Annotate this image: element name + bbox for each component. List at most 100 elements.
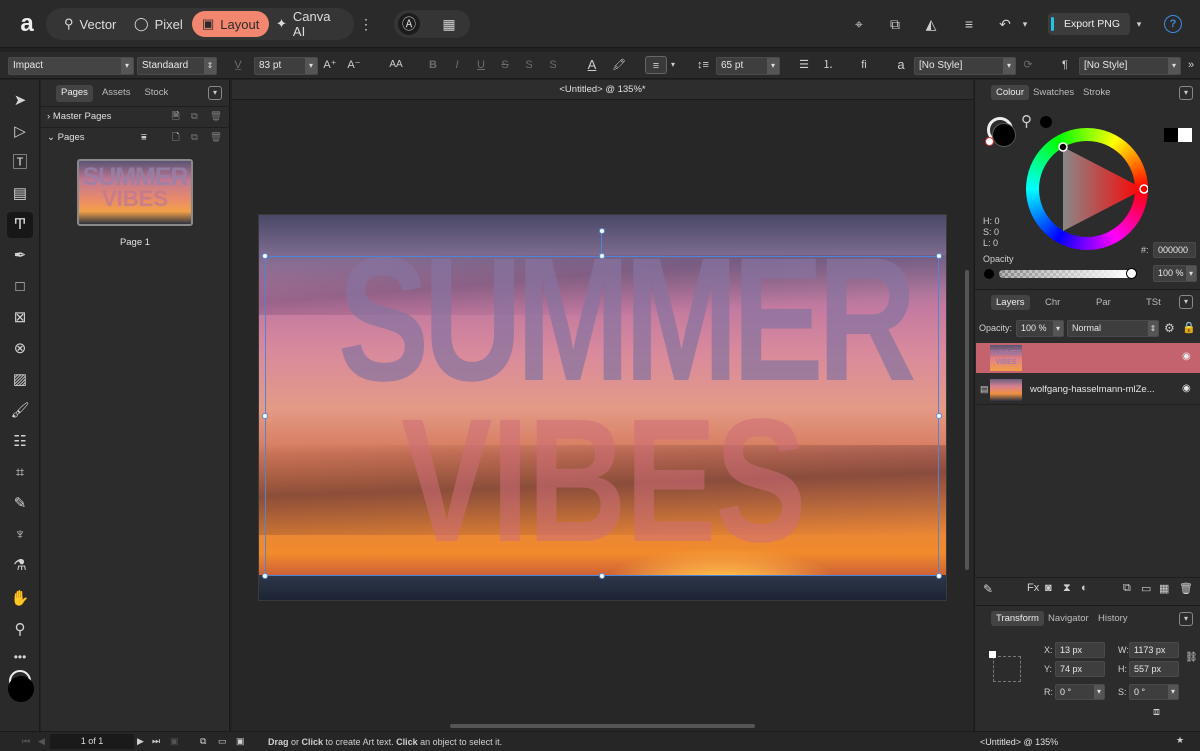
first-page-icon[interactable]: ⏮ — [22, 736, 30, 747]
app-logo[interactable]: a — [14, 11, 40, 37]
refresh-style-icon[interactable]: ⟳ — [1020, 56, 1036, 74]
export-button[interactable]: Export PNG — [1048, 13, 1130, 35]
strikethrough-button[interactable]: S — [498, 56, 512, 74]
opacity-slider-thumb[interactable] — [1126, 268, 1137, 279]
align-icon[interactable]: ≡ — [958, 13, 980, 35]
white-swatch[interactable] — [1178, 128, 1192, 142]
page-indicator[interactable]: 1 of 1 — [50, 734, 134, 749]
align-center-icon[interactable]: ≡ — [645, 56, 667, 74]
fill-swatch-circle[interactable] — [992, 123, 1016, 147]
persona-canva-ai[interactable]: ✦ Canva AI — [266, 9, 354, 39]
eyedropper-tool-icon[interactable]: ⚗ — [7, 553, 33, 579]
vector-brush-tool-icon[interactable]: ♆ — [7, 522, 33, 548]
group-icon[interactable]: ⧉ — [1123, 582, 1131, 595]
transform-panel-chevron-icon[interactable]: ▾ — [1179, 612, 1193, 626]
resize-handle-sw[interactable] — [262, 573, 268, 579]
trash-icon[interactable]: 🗑 — [1179, 582, 1193, 595]
zoom-tool-icon[interactable]: ⚲ — [7, 617, 33, 643]
no-colour-icon[interactable] — [985, 137, 994, 146]
folder-icon[interactable]: ▭ — [1141, 582, 1151, 595]
persona-vector[interactable]: ⚲ Vector — [54, 11, 126, 37]
rotation-handle[interactable] — [599, 228, 605, 234]
more-tools-icon[interactable]: ••• — [7, 644, 33, 670]
tab-paragraph[interactable]: Par — [1091, 295, 1116, 310]
numbered-list-icon[interactable]: ⒈ — [820, 56, 836, 74]
horizontal-scrollbar[interactable] — [450, 724, 755, 728]
increase-size-icon[interactable]: A⁺ — [322, 56, 338, 74]
place-image-tool-icon[interactable]: ▨ — [7, 367, 33, 393]
resize-handle-w[interactable] — [262, 413, 268, 419]
checker-icon[interactable]: ▦ — [1159, 582, 1169, 595]
tab-transform[interactable]: Transform — [991, 611, 1044, 626]
blend-mode-select[interactable]: Normal ⇕ — [1067, 320, 1159, 337]
width-input[interactable]: 1173 px — [1129, 642, 1179, 658]
frame-text-tool-icon[interactable]: 🅃 — [7, 150, 33, 176]
fill-colour-swatch[interactable] — [8, 676, 34, 702]
colour-triangle[interactable] — [1026, 128, 1148, 250]
colour-panel-chevron-icon[interactable]: ▾ — [1179, 86, 1193, 100]
layer-opacity-input[interactable]: 100 % ▾ — [1016, 320, 1064, 337]
help-button[interactable]: ? — [1164, 15, 1182, 33]
add-master-icon[interactable]: 🗎 — [172, 107, 180, 127]
anchor-selector[interactable] — [993, 656, 1021, 682]
snapping-icon[interactable]: ⌖ — [848, 13, 870, 35]
tab-history[interactable]: History — [1093, 611, 1133, 626]
tab-navigator[interactable]: Navigator — [1043, 611, 1094, 626]
panel-menu-chevron-icon[interactable]: ▾ — [208, 86, 222, 100]
colour-wheel[interactable] — [1026, 128, 1148, 250]
duplicate-page-icon[interactable]: ⧉ — [191, 128, 198, 148]
anchor-point-selected[interactable] — [989, 651, 996, 658]
transparency-tool-icon[interactable]: ✎ — [7, 491, 33, 517]
font-style-select[interactable]: Standaard ⇕ — [137, 57, 217, 75]
resize-handle-ne[interactable] — [936, 253, 942, 259]
picture-frame-tool-icon[interactable]: ⊠ — [7, 305, 33, 331]
transform-icon[interactable]: ⧉ — [884, 13, 906, 35]
opacity-slider[interactable] — [999, 270, 1131, 278]
character-style-select[interactable]: [No Style] ▾ — [914, 57, 1016, 75]
page-options-icon[interactable]: ▣ — [170, 736, 179, 747]
add-page-icon[interactable]: 🗋 — [172, 128, 180, 148]
hourglass-icon[interactable]: ⧗ — [1063, 582, 1071, 595]
transform-origin-icon[interactable]: ⧈ — [1153, 706, 1160, 719]
mask-icon[interactable]: ◙ — [1045, 582, 1052, 594]
align-dropdown-icon[interactable]: ▾ — [668, 56, 678, 74]
layer-row-selected[interactable]: SUMMER VIBES ◉ — [976, 343, 1200, 373]
opacity-input[interactable]: 100 % ▾ — [1153, 265, 1197, 282]
resize-handle-se[interactable] — [936, 573, 942, 579]
page-1-thumbnail[interactable]: SUMMER VIBES — [77, 159, 193, 226]
visibility-eye-icon[interactable]: ◉ — [1182, 383, 1191, 394]
leading-icon[interactable]: ↕≡ — [694, 56, 712, 74]
spread-view-icon[interactable]: ⧉ — [200, 736, 206, 747]
lock-icon[interactable]: 🔒 — [1182, 321, 1196, 334]
link-ratio-icon[interactable]: ⛓ — [1185, 652, 1198, 663]
more-options-button[interactable]: » — [1184, 56, 1198, 74]
export-dropdown-icon[interactable]: ▾ — [1128, 13, 1150, 35]
persona-pixel[interactable]: ◯ Pixel — [124, 11, 193, 37]
resize-handle-nw[interactable] — [262, 253, 268, 259]
shear-input[interactable]: 0 ° ▾ — [1129, 684, 1179, 700]
layers-panel-chevron-icon[interactable]: ▾ — [1179, 295, 1193, 309]
tab-stroke[interactable]: Stroke — [1078, 85, 1115, 100]
tab-text-styles[interactable]: TSt — [1141, 295, 1166, 310]
x-input[interactable]: 13 px — [1055, 642, 1105, 658]
text-list-tool-icon[interactable]: ☷ — [7, 429, 33, 455]
single-page-icon[interactable]: ▭ — [218, 736, 227, 747]
undo-dropdown-icon[interactable]: ▾ — [1014, 13, 1036, 35]
duplicate-master-icon[interactable]: ⧉ — [191, 107, 198, 127]
artistic-text-tool-icon[interactable]: Ͳ — [7, 212, 33, 238]
node-tool-icon[interactable]: ▷ — [7, 119, 33, 145]
highlight-icon[interactable]: 🖍 — [610, 56, 628, 74]
document-tab[interactable]: <Untitled> @ 135%* — [232, 80, 973, 100]
layer-row-image[interactable]: ▤ wolfgang-hasselmann-mlZe... ◉ — [976, 375, 1200, 405]
kerning-icon[interactable]: V̲ — [230, 56, 246, 74]
height-input[interactable]: 557 px — [1129, 661, 1179, 677]
undo-history-icon[interactable]: ↶ — [994, 13, 1016, 35]
black-swatch[interactable] — [1164, 128, 1178, 142]
adjustment-icon[interactable]: ◐ — [1081, 582, 1088, 594]
tab-stock[interactable]: Stock — [139, 85, 173, 102]
resize-handle-e[interactable] — [936, 413, 942, 419]
fill-tool-icon[interactable]: 🖌 — [7, 398, 33, 424]
mini-black-swatch[interactable] — [1040, 116, 1052, 128]
hand-tool-icon[interactable]: ✋ — [7, 586, 33, 612]
visibility-eye-icon[interactable]: ◉ — [1182, 351, 1191, 362]
